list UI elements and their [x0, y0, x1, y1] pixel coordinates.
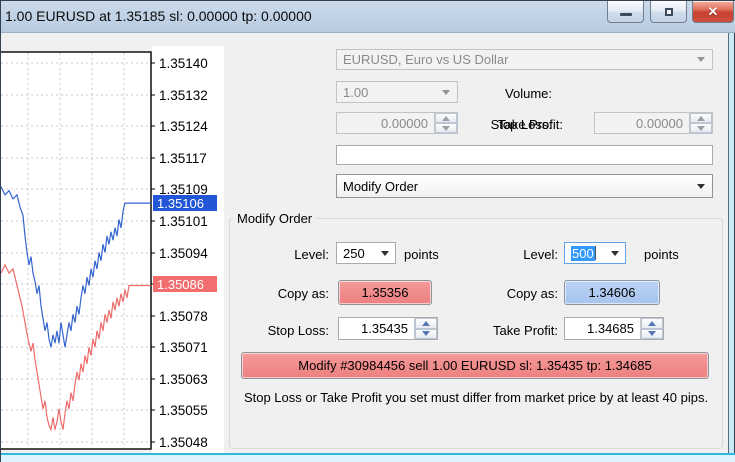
level-tp-points: points	[644, 247, 679, 262]
arrow-up-icon	[422, 320, 430, 326]
symbol-combobox[interactable]: EURUSD, Euro vs US Dollar	[336, 49, 713, 70]
arrow-down-icon	[648, 331, 656, 337]
arrow-up-icon	[697, 115, 705, 121]
level-sl-combobox[interactable]: 250	[336, 242, 396, 264]
close-icon: ✕	[707, 4, 719, 19]
ask-price-label: 1.35106	[157, 196, 204, 211]
modify-order-submit-button[interactable]: Modify #30984456 sell 1.00 EURUSD sl: 1.…	[241, 352, 709, 379]
level-sl-points: points	[404, 247, 439, 262]
price-axis-label: 1.35117	[159, 151, 207, 166]
restore-button[interactable]	[650, 1, 687, 23]
spin-down-button[interactable]	[435, 123, 457, 133]
price-axis-label: 1.35140	[159, 56, 208, 71]
copy-stoploss-button[interactable]: 1.35356	[338, 280, 432, 305]
spin-up-button[interactable]	[415, 318, 437, 329]
close-button[interactable]: ✕	[692, 1, 734, 23]
arrow-up-icon	[648, 320, 656, 326]
minimize-button[interactable]	[607, 1, 644, 23]
stoploss-note: Stop Loss or Take Profit you set must di…	[243, 390, 709, 405]
spin-down-button[interactable]	[690, 123, 712, 133]
copy-sl-label: Copy as:	[277, 286, 329, 301]
volume-combobox[interactable]: 1.00	[336, 81, 458, 103]
price-axis-label: 1.35124	[159, 119, 208, 134]
level-tp-label: Level:	[523, 247, 558, 262]
price-axis-label: 1.35132	[159, 88, 208, 103]
order-stoploss-spinner[interactable]: 0.00000	[336, 112, 458, 134]
modify-order-dialog: 1.00 EURUSD at 1.35185 sl: 0.00000 tp: 0…	[0, 0, 735, 462]
bid-price-label: 1.35086	[157, 277, 204, 292]
restore-icon	[664, 7, 673, 16]
chevron-down-icon	[611, 250, 619, 256]
chevron-down-icon	[697, 183, 705, 189]
chevron-down-icon	[442, 89, 450, 95]
order-takeprofit-spinner[interactable]: 0.00000	[594, 112, 713, 134]
modify-stoploss-label: Stop Loss:	[267, 323, 329, 338]
spin-up-button[interactable]	[435, 113, 457, 123]
tick-chart: 1.35140 1.35132 1.35124 1.35117 1.35109 1.351…	[1, 33, 224, 462]
comment-input[interactable]	[336, 145, 713, 165]
chart-plot-area	[1, 51, 152, 450]
type-combobox[interactable]: Modify Order	[336, 174, 713, 198]
volume-label: Volume:	[505, 86, 552, 101]
price-axis-label: 1.35048	[159, 435, 208, 450]
window-title: 1.00 EURUSD at 1.35185 sl: 0.00000 tp: 0…	[5, 8, 312, 24]
modify-stoploss-value: 1.35435	[361, 321, 408, 336]
copy-tp-label: Copy as:	[506, 286, 558, 301]
arrow-down-icon	[442, 125, 450, 131]
titlebar[interactable]: 1.00 EURUSD at 1.35185 sl: 0.00000 tp: 0…	[1, 1, 735, 33]
modify-order-group-title: Modify Order	[233, 211, 317, 226]
window-frame-bottom	[1, 453, 735, 462]
spin-down-button[interactable]	[415, 328, 437, 339]
level-tp-combobox[interactable]: 500	[564, 242, 626, 264]
copy-takeprofit-button[interactable]: 1.34606	[564, 280, 660, 305]
arrow-down-icon	[422, 331, 430, 337]
price-axis-label: 1.35078	[159, 309, 208, 324]
modify-stoploss-spinner[interactable]: 1.35435	[338, 317, 438, 340]
minimize-icon	[619, 13, 632, 16]
price-axis-label: 1.35071	[159, 340, 208, 355]
level-sl-value: 250	[343, 245, 365, 261]
order-takeprofit-value: 0.00000	[636, 115, 683, 131]
spin-up-button[interactable]	[690, 113, 712, 123]
type-value: Modify Order	[343, 178, 419, 194]
arrow-down-icon	[697, 125, 705, 131]
order-stoploss-value: 0.00000	[381, 115, 428, 131]
window-frame-right	[728, 33, 735, 462]
price-axis-label: 1.35101	[159, 214, 208, 229]
modify-takeprofit-spinner[interactable]: 1.34685	[564, 317, 664, 340]
modify-takeprofit-label: Take Profit:	[492, 323, 558, 338]
price-axis-label: 1.35063	[159, 372, 208, 387]
price-axis-label: 1.35094	[159, 246, 208, 261]
level-tp-value: 500	[571, 245, 595, 261]
spin-up-button[interactable]	[641, 318, 663, 329]
price-axis-label: 1.35055	[159, 403, 208, 418]
chevron-down-icon	[697, 57, 705, 62]
text-caret	[594, 246, 596, 260]
volume-value: 1.00	[343, 84, 369, 100]
spin-down-button[interactable]	[641, 328, 663, 339]
level-sl-label: Level:	[294, 247, 329, 262]
modify-takeprofit-value: 1.34685	[587, 321, 634, 336]
chevron-down-icon	[381, 250, 389, 256]
symbol-value: EURUSD, Euro vs US Dollar	[343, 52, 509, 67]
price-axis-label: 1.35109	[159, 182, 208, 197]
order-takeprofit-label: Take Profit:	[497, 117, 563, 132]
arrow-up-icon	[442, 115, 450, 121]
